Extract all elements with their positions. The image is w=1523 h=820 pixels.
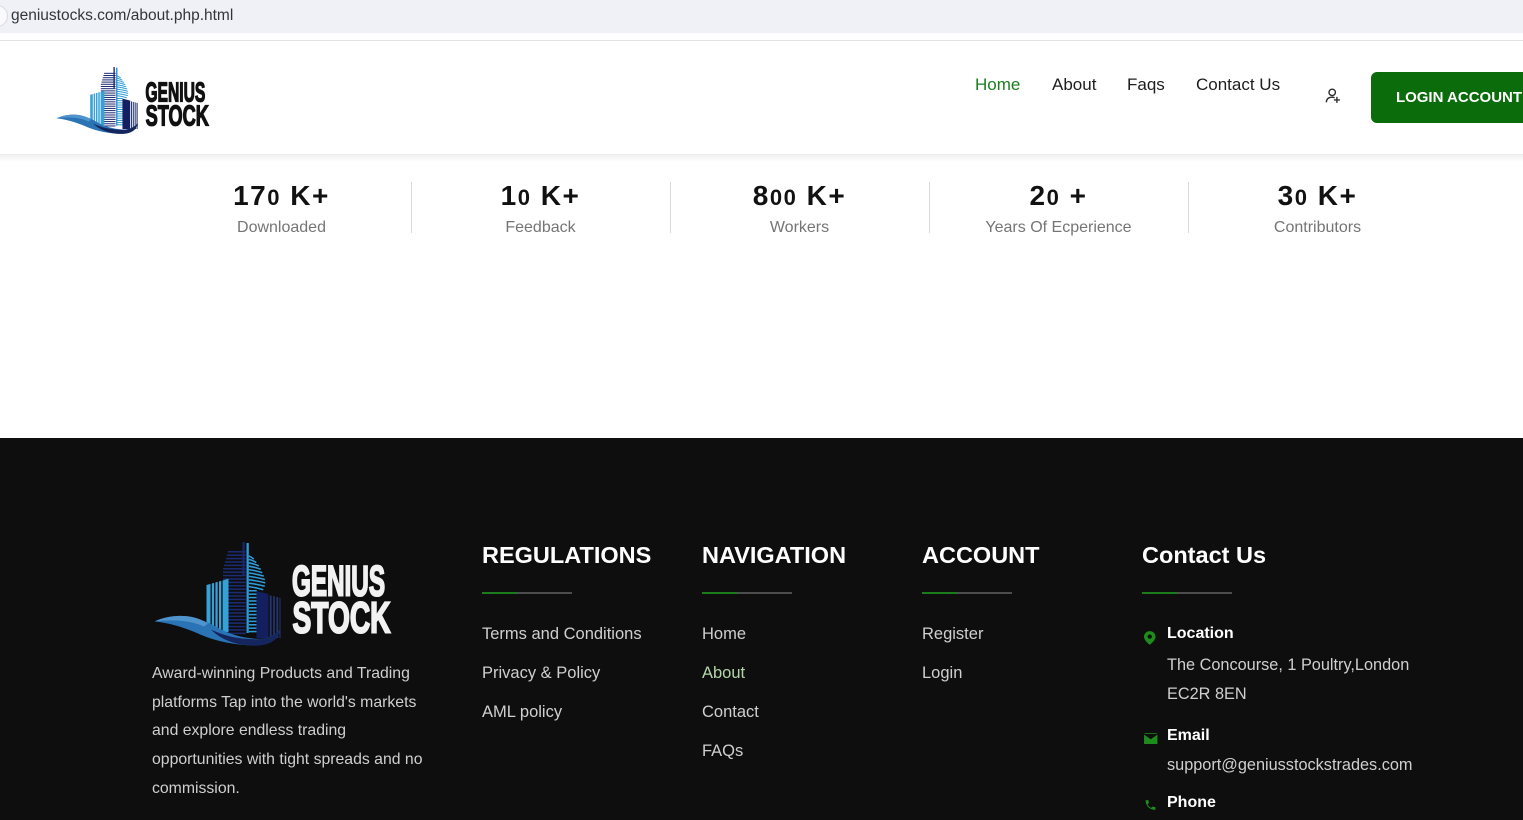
svg-text:STOCK: STOCK — [293, 594, 391, 643]
svg-text:STOCK: STOCK — [146, 100, 210, 132]
